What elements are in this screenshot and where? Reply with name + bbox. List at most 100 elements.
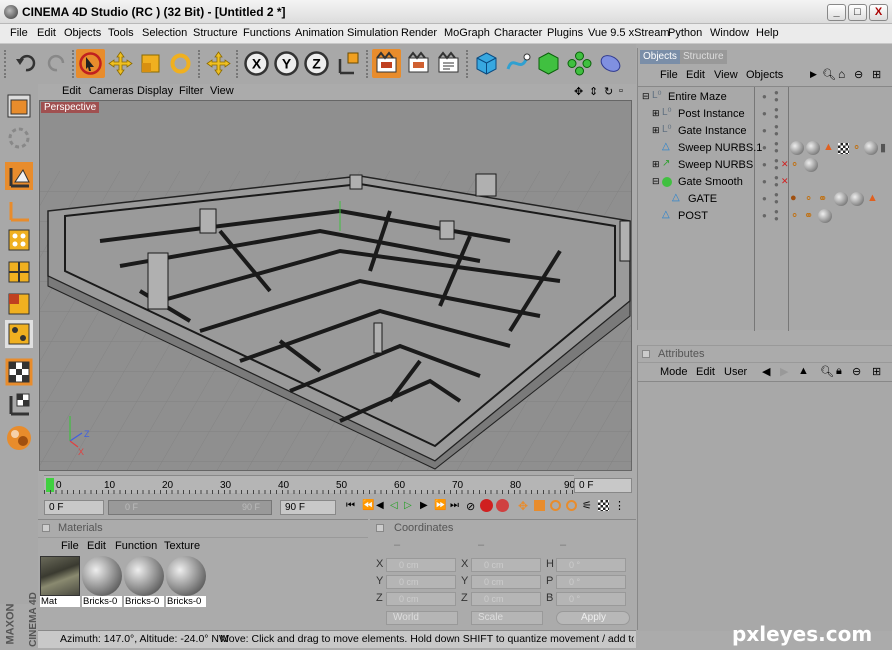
visibility-dots[interactable]: ● (762, 92, 767, 101)
expand-icon[interactable]: ⊞ (652, 108, 660, 119)
rotate-tool-icon[interactable] (166, 49, 195, 78)
menu-plugins[interactable]: Plugins (547, 27, 583, 39)
rot-p-field[interactable]: 0 ° (556, 575, 626, 589)
play-forwards-icon[interactable]: ▷ (404, 500, 412, 511)
texture-mode-icon[interactable] (5, 358, 33, 386)
tab-structure[interactable]: Structure (680, 50, 727, 64)
protection-tag-icon[interactable]: ▮ (880, 141, 886, 154)
y-axis-lock-icon[interactable]: Y (272, 49, 301, 78)
menu-character[interactable]: Character (494, 27, 542, 39)
settings-icon[interactable]: ⊖ (852, 365, 861, 378)
selection-tag-icon[interactable]: ⚬ (852, 141, 861, 154)
visibility-dots[interactable]: ● (762, 109, 767, 118)
x-axis-lock-icon[interactable]: X (242, 49, 271, 78)
visibility-dots[interactable]: ● (762, 160, 767, 169)
forward-arrow-icon[interactable]: ▶ (780, 365, 788, 378)
live-selection-icon[interactable] (76, 49, 105, 78)
selection-tag-icon[interactable]: ⚭ (804, 209, 813, 222)
viewport-menu-cameras[interactable]: Cameras (89, 85, 134, 97)
key-parameter-icon[interactable] (566, 500, 577, 511)
phong-tag-icon[interactable]: ▲ (867, 192, 878, 204)
object-row[interactable]: △ POST ● ● ● (638, 208, 788, 225)
render-picture-viewer-icon[interactable] (404, 49, 433, 78)
pos-y-field[interactable]: 0 cm (386, 575, 456, 589)
disabled-x-icon[interactable]: ✕ (781, 176, 789, 187)
object-row[interactable]: ⊞ L⁰ Post Instance ● ● ● (638, 106, 788, 123)
next-frame-icon[interactable]: ▶ (420, 500, 428, 511)
use-points-icon[interactable] (5, 226, 33, 254)
key-scale-icon[interactable] (534, 500, 545, 511)
panel-toggle-icon[interactable] (376, 524, 384, 532)
viewport-rotate-icon[interactable]: ↻ (604, 85, 613, 98)
attributes-menu-user[interactable]: User (724, 366, 747, 378)
material-tag-icon[interactable] (806, 141, 820, 155)
object-row[interactable]: ⊟ L⁰ Entire Maze ● ● ● (638, 89, 788, 106)
autokey-icon[interactable] (496, 499, 509, 512)
move-tool-icon[interactable] (106, 49, 135, 78)
cube-primitive-icon[interactable] (472, 49, 501, 78)
menu-python[interactable]: Python (668, 27, 702, 39)
workplane-icon[interactable] (5, 390, 33, 418)
texture-tag-icon[interactable]: ● (790, 192, 797, 204)
viewport-move-icon[interactable]: ✥ (574, 85, 583, 98)
material-tag-icon[interactable] (864, 141, 878, 155)
attributes-menu-edit[interactable]: Edit (696, 366, 715, 378)
visibility-dots[interactable]: ● (762, 143, 767, 152)
motion-record-icon[interactable]: ⊘ (466, 500, 475, 513)
use-object-tool-icon[interactable] (5, 124, 33, 152)
selection-tag-icon[interactable]: ⚭ (818, 192, 827, 205)
viewport-menu-view[interactable]: View (210, 85, 234, 97)
expand-icon[interactable]: ⊞ (652, 125, 660, 136)
menu-functions[interactable]: Functions (243, 27, 291, 39)
material-tag-icon[interactable] (834, 192, 848, 206)
render-settings-icon[interactable] (434, 49, 463, 78)
rot-b-field[interactable]: 0 ° (556, 592, 626, 606)
size-z-field[interactable]: 0 cm (471, 592, 541, 606)
preview-range-slider[interactable]: 0 F 90 F (108, 500, 272, 515)
menu-objects[interactable]: Objects (64, 27, 101, 39)
collapse-icon[interactable]: ⊟ (652, 176, 660, 187)
use-axis-tool-icon[interactable] (5, 196, 33, 224)
timeline-ruler[interactable]: 0 10 20 30 40 50 60 70 80 90 (44, 475, 575, 494)
uvw-tag-icon[interactable] (838, 143, 849, 154)
size-y-field[interactable]: 0 cm (471, 575, 541, 589)
viewport-menu-filter[interactable]: Filter (179, 85, 203, 97)
menu-tools[interactable]: Tools (108, 27, 134, 39)
materials-menu-texture[interactable]: Texture (164, 540, 200, 552)
tab-objects[interactable]: Objects (640, 50, 680, 64)
z-axis-lock-icon[interactable]: Z (302, 49, 331, 78)
world-axis-move-icon[interactable] (204, 49, 233, 78)
menu-help[interactable]: Help (756, 27, 779, 39)
end-frame-field[interactable]: 90 F (280, 500, 336, 515)
visibility-dots[interactable]: ● ● (774, 191, 779, 206)
visibility-dots[interactable]: ● (762, 177, 767, 186)
object-row[interactable]: △ GATE ● ● ● (638, 191, 788, 208)
objects-menu-file[interactable]: File (660, 69, 678, 81)
material-tag-icon[interactable] (790, 141, 804, 155)
apply-button[interactable]: Apply (556, 611, 630, 625)
visibility-dots[interactable]: ● ● (774, 89, 779, 104)
filter-icon[interactable]: ⊖ (854, 68, 863, 81)
minimize-button[interactable]: _ (827, 4, 846, 21)
use-polygons-icon[interactable] (5, 290, 33, 318)
selection-tag-icon[interactable]: ⚬ (804, 192, 813, 205)
collapse-icon[interactable]: ⊟ (642, 91, 650, 102)
menu-render[interactable]: Render (401, 27, 437, 39)
viewport-menu-edit[interactable]: Edit (62, 85, 81, 97)
menu-mograph[interactable]: MoGraph (444, 27, 490, 39)
up-arrow-icon[interactable]: ▲ (798, 365, 809, 377)
new-window-icon[interactable]: ⊞ (872, 68, 881, 81)
menu-window[interactable]: Window (710, 27, 749, 39)
scale-tool-icon[interactable] (136, 49, 165, 78)
spline-icon[interactable] (503, 49, 532, 78)
visibility-dots[interactable]: ● ● (774, 106, 779, 121)
visibility-dots[interactable]: ● ● (774, 123, 779, 138)
pos-z-field[interactable]: 0 cm (386, 592, 456, 606)
close-button[interactable]: X (869, 4, 888, 21)
go-to-end-icon[interactable]: ⏭ (450, 500, 459, 511)
use-model-tool-icon[interactable] (5, 92, 33, 120)
previous-key-icon[interactable]: ⏪ (362, 500, 374, 511)
expand-arrow-icon[interactable]: ▶ (810, 69, 817, 80)
object-row[interactable]: △ Sweep NURBS.1 ● ● ● (638, 140, 788, 157)
previous-frame-icon[interactable]: ◀ (376, 500, 384, 511)
